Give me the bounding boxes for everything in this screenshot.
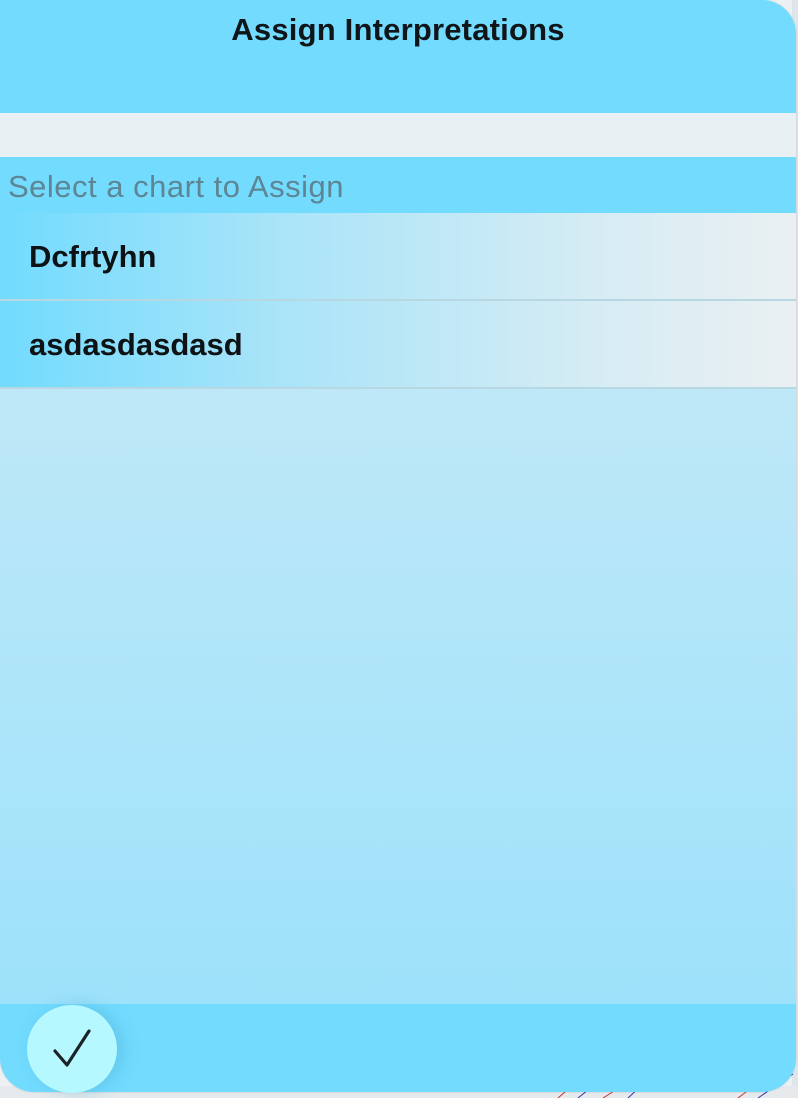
dialog-footer — [0, 1004, 796, 1092]
confirm-button[interactable] — [27, 1005, 117, 1093]
chart-list-item[interactable]: Dcfrtyhn — [0, 213, 796, 301]
checkmark-icon — [53, 1029, 91, 1067]
dialog-header: Assign Interpretations — [0, 0, 796, 113]
assign-dialog: Assign Interpretations Select a chart to… — [0, 0, 796, 1092]
chart-list-item-label: asdasdasdasd — [29, 327, 243, 362]
header-spacer — [0, 113, 796, 157]
chart-list: Dcfrtyhn asdasdasdasd — [0, 213, 796, 389]
prompt-text: Select a chart to Assign — [8, 169, 344, 204]
chart-list-item-label: Dcfrtyhn — [29, 239, 157, 274]
chart-list-item[interactable]: asdasdasdasd — [0, 301, 796, 389]
prompt-bar: Select a chart to Assign — [0, 157, 796, 213]
dialog-title: Assign Interpretations — [231, 12, 565, 47]
